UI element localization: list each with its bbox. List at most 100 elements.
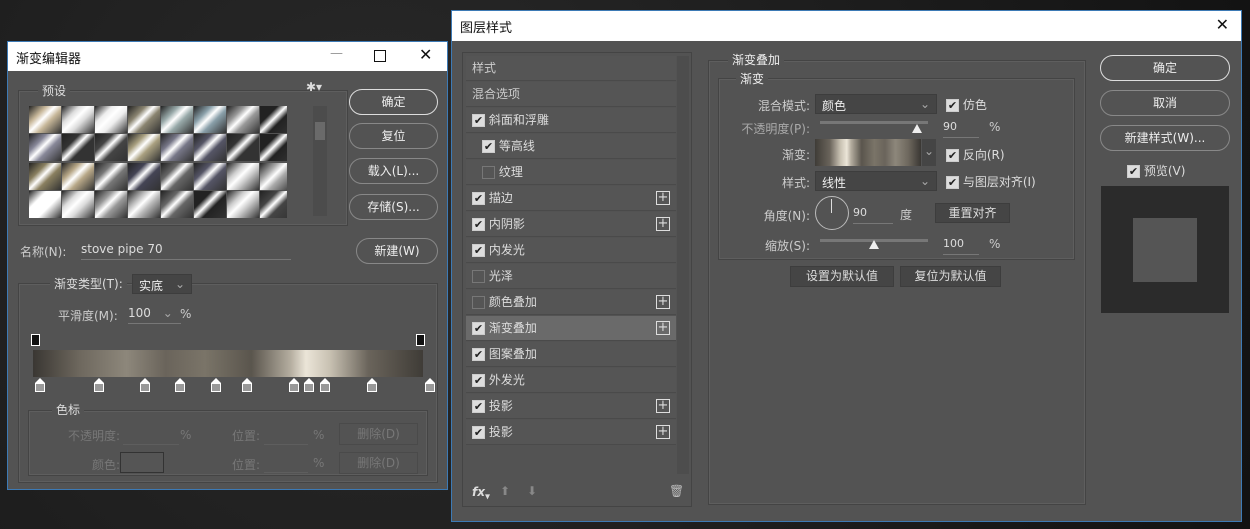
style-list-item[interactable]: 样式 (466, 56, 676, 81)
ok-button[interactable]: 确定 (349, 89, 438, 115)
add-icon[interactable]: + (656, 321, 670, 335)
color-stop[interactable] (140, 378, 151, 392)
style-list-item[interactable]: ✔ 斜面和浮雕 (466, 108, 676, 133)
angle-input[interactable]: 90 (853, 206, 893, 224)
gradient-preset-swatch[interactable] (227, 162, 259, 190)
color-stop[interactable] (175, 378, 186, 392)
gradient-preset-swatch[interactable] (194, 162, 226, 190)
gradient-preset-swatch[interactable] (161, 162, 193, 190)
opacity-slider-thumb[interactable] (912, 124, 923, 133)
gradient-bar[interactable] (33, 350, 423, 377)
gradient-preview-picker[interactable] (815, 139, 921, 166)
reset-alignment-button[interactable]: 重置对齐 (935, 203, 1010, 223)
style-list-item[interactable]: ✔ 光泽 (466, 264, 676, 289)
minimize-button[interactable]: — (330, 46, 343, 61)
angle-dial[interactable] (815, 196, 849, 230)
preview-checkbox[interactable]: ✔ 预览(V) (1127, 162, 1185, 179)
gradient-preset-swatch[interactable] (260, 134, 287, 162)
smoothness-input[interactable]: 100 ⌄ (128, 306, 181, 324)
gradient-preset-swatch[interactable] (62, 134, 94, 162)
style-list-item[interactable]: ✔ 外发光 (466, 368, 676, 393)
color-stop[interactable] (35, 378, 45, 392)
gradient-preset-swatch[interactable] (227, 134, 259, 162)
checkbox-icon[interactable]: ✔ (472, 270, 485, 283)
color-stop[interactable] (241, 378, 252, 392)
gradient-preset-swatch[interactable] (95, 106, 127, 133)
style-list-item[interactable]: ✔ 内阴影 + (466, 212, 676, 237)
gradient-preset-swatch[interactable] (62, 190, 94, 218)
opacity-stop-right[interactable] (416, 334, 425, 346)
checkbox-icon[interactable]: ✔ (472, 192, 485, 205)
gradient-preset-swatch[interactable] (260, 162, 287, 190)
style-list-item[interactable]: ✔ 颜色叠加 + (466, 290, 676, 315)
gradient-preset-swatch[interactable] (29, 162, 61, 190)
reset-button[interactable]: 复位 (349, 123, 438, 149)
color-stop[interactable] (210, 378, 221, 392)
trash-icon[interactable]: 🗑 (669, 484, 684, 498)
delete-color-stop-button[interactable]: 删除(D) (339, 452, 418, 474)
gradient-preset-swatch[interactable] (227, 190, 259, 218)
add-icon[interactable]: + (656, 217, 670, 231)
style-list-item[interactable]: ✔ 投影 + (466, 420, 676, 445)
checkbox-icon[interactable]: ✔ (472, 400, 485, 413)
gradient-preset-swatch[interactable] (260, 106, 287, 133)
gradient-preset-swatch[interactable] (128, 190, 160, 218)
gradient-dropdown-chevron-icon[interactable]: ⌄ (922, 139, 936, 166)
gear-icon[interactable]: ✱▾ (306, 80, 322, 94)
delete-opacity-stop-button[interactable]: 删除(D) (339, 423, 418, 445)
reverse-checkbox[interactable]: ✔ 反向(R) (946, 146, 1005, 163)
style-list-item[interactable]: ✔ 描边 + (466, 186, 676, 211)
style-list-item[interactable]: ✔ 图案叠加 (466, 342, 676, 367)
checkbox-icon[interactable]: ✔ (472, 244, 485, 257)
gradient-preset-swatch[interactable] (29, 190, 61, 218)
close-button[interactable]: ✕ (1216, 15, 1229, 34)
gradient-preset-swatch[interactable] (95, 134, 127, 162)
ok-button[interactable]: 确定 (1100, 55, 1230, 81)
new-style-button[interactable]: 新建样式(W)... (1100, 125, 1230, 151)
stop-color-swatch[interactable] (120, 452, 164, 473)
add-icon[interactable]: + (656, 399, 670, 413)
gradient-preset-swatch[interactable] (29, 106, 61, 133)
gradient-preset-swatch[interactable] (194, 190, 226, 218)
style-list-item[interactable]: ✔ 等高线 (466, 134, 676, 159)
checkbox-icon[interactable]: ✔ (472, 296, 485, 309)
checkbox-icon[interactable]: ✔ (472, 426, 485, 439)
opacity-input[interactable]: 90 (943, 120, 979, 138)
gradient-preset-swatch[interactable] (128, 162, 160, 190)
add-icon[interactable]: + (656, 425, 670, 439)
scale-input[interactable]: 100 (943, 237, 979, 255)
opacity-location-input[interactable] (264, 427, 308, 445)
color-stop[interactable] (425, 378, 435, 392)
stop-opacity-input[interactable] (123, 427, 179, 445)
close-button[interactable]: ✕ (419, 45, 432, 64)
checkbox-icon[interactable]: ✔ (482, 166, 495, 179)
gradient-preset-swatch[interactable] (95, 190, 127, 218)
add-icon[interactable]: + (656, 295, 670, 309)
cancel-button[interactable]: 取消 (1100, 90, 1230, 116)
style-list-item[interactable]: ✔ 内发光 (466, 238, 676, 263)
set-default-button[interactable]: 设置为默认值 (790, 266, 894, 287)
fx-icon[interactable]: fx▾ (472, 485, 490, 502)
name-input[interactable]: stove pipe 70 (81, 242, 291, 260)
move-up-icon[interactable]: ⬆ (500, 484, 510, 498)
gradient-preset-swatch[interactable] (260, 190, 287, 218)
checkbox-icon[interactable]: ✔ (472, 218, 485, 231)
gradient-preset-swatch[interactable] (161, 190, 193, 218)
preset-grid[interactable] (29, 106, 287, 218)
gradient-preset-swatch[interactable] (194, 106, 226, 133)
gradient-preset-swatch[interactable] (29, 134, 61, 162)
gradient-preset-swatch[interactable] (194, 134, 226, 162)
checkbox-icon[interactable]: ✔ (472, 348, 485, 361)
color-stop[interactable] (304, 378, 315, 392)
gradient-type-select[interactable]: 实底 ⌄ (132, 274, 192, 294)
style-list-item[interactable]: 混合选项 (466, 82, 676, 107)
checkbox-icon[interactable]: ✔ (482, 140, 495, 153)
checkbox-icon[interactable]: ✔ (472, 322, 485, 335)
style-select[interactable]: 线性 ⌄ (815, 171, 937, 191)
color-stop[interactable] (319, 378, 330, 392)
save-button[interactable]: 存储(S)... (349, 194, 438, 220)
checkbox-icon[interactable]: ✔ (472, 114, 485, 127)
gradient-preset-swatch[interactable] (62, 162, 94, 190)
preset-scrollbar[interactable] (313, 106, 327, 216)
opacity-stop-left[interactable] (31, 334, 40, 346)
